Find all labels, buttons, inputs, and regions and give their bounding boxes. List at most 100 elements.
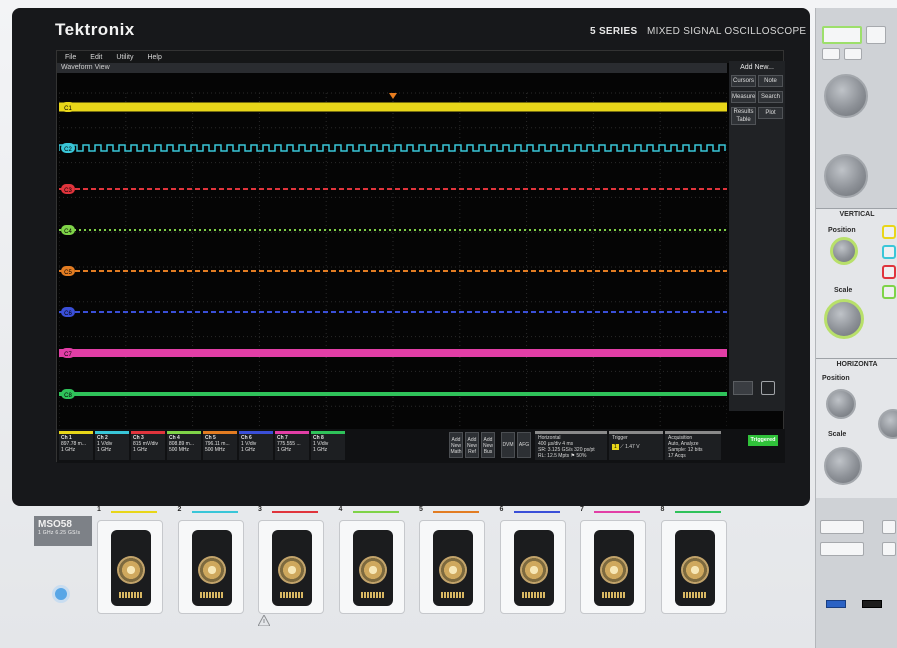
probe-socket [352, 530, 393, 606]
warning-icon [258, 615, 270, 626]
channel-4-button[interactable] [882, 285, 896, 299]
multipurpose-knob-a[interactable] [824, 74, 868, 118]
probe-socket [513, 530, 554, 606]
power-button[interactable] [52, 585, 70, 603]
vertical-scale-label: Scale [834, 287, 853, 294]
probe-socket [674, 530, 715, 606]
waveform-ch1: C1 [59, 102, 727, 112]
probe-input-7[interactable] [580, 520, 646, 614]
triggered-status-badge: Triggered [748, 435, 778, 446]
probe-pins [119, 592, 143, 598]
probe-pins [199, 592, 224, 598]
channel-badge-1[interactable]: Ch 1 897.78 m... 1 GHz [59, 431, 93, 460]
cursors-panel-button[interactable] [822, 48, 840, 60]
user-button[interactable] [820, 542, 864, 556]
trigger-title: Trigger [612, 435, 628, 441]
channel-bw: 500 MHz [205, 447, 226, 453]
measure-button[interactable]: Measure [731, 91, 756, 103]
bnc-connector-icon [197, 556, 226, 584]
waveform-view-title: Waveform View [57, 63, 727, 73]
usb-port-3[interactable] [826, 600, 846, 608]
save-button[interactable] [882, 542, 896, 556]
waveform-ch2: C2 [59, 143, 726, 153]
probe-number: 1 [97, 506, 101, 513]
bnc-connector-icon [358, 556, 387, 584]
trigger-badge[interactable]: Trigger 1 ⟋ 1.47 V [609, 431, 663, 460]
waveform-graticule[interactable]: C1C2C3C4C5C6C7C8 -1.60 ms-1.20 ms-800 µs… [59, 73, 727, 469]
probe-socket [594, 530, 634, 606]
channel-badge-2[interactable]: Ch 21 V/div 1 GHz [95, 431, 129, 460]
vertical-position-knob[interactable] [830, 237, 858, 265]
vertical-heading: VERTICAL [839, 211, 875, 218]
channel-badge-7[interactable]: Ch 7 775.555 ... 1 GHz [275, 431, 309, 460]
horizontal-section: HORIZONTA Position Scale [816, 358, 897, 498]
trigger-source-icon: 1 [612, 444, 619, 450]
add-math-button[interactable]: Add New Math [449, 432, 463, 458]
probe-input-4[interactable] [338, 520, 405, 614]
model-badge: MSO58 1 GHz 6.25 GS/s [34, 516, 92, 546]
probe-input-5[interactable] [419, 520, 485, 614]
waveform-ch6: C6 [59, 307, 727, 317]
channel-badge-8[interactable]: Ch 81 V/div 1 GHz [311, 431, 345, 460]
vertical-section: VERTICAL Position Scale [816, 208, 897, 358]
channel-badge-4[interactable]: Ch 4 808.89 m... 500 MHz [167, 431, 201, 460]
trash-icon[interactable] [761, 381, 775, 395]
channel-marker-label: C1 [64, 106, 72, 112]
menu-edit[interactable]: Edit [90, 54, 102, 61]
channel-marker-label: C4 [64, 229, 72, 235]
channel-badge-6[interactable]: Ch 61 V/div 1 GHz [239, 431, 273, 460]
afg-button[interactable]: AFG [517, 432, 531, 458]
channel-3-button[interactable] [882, 265, 896, 279]
single-button[interactable] [866, 26, 886, 44]
bnc-connector-icon [680, 556, 709, 584]
zoom-knob[interactable] [878, 409, 897, 439]
menu-help[interactable]: Help [147, 54, 161, 61]
channel-badge-3[interactable]: Ch 3 815 mV/div 1 GHz [131, 431, 165, 460]
probe-pins [602, 592, 626, 598]
probe-input-8[interactable] [660, 520, 727, 614]
waveform-ch7: C7 [59, 348, 727, 358]
probe-input-6[interactable] [499, 520, 566, 614]
channel-2-button[interactable] [882, 245, 896, 259]
probe-pins [441, 592, 465, 598]
probe-socket [111, 530, 151, 606]
probe-input-3[interactable] [258, 520, 324, 614]
default-setup-button[interactable] [882, 520, 896, 534]
horizontal-position-knob[interactable] [826, 389, 856, 419]
probe-input-1[interactable] [97, 520, 163, 614]
add-bus-button[interactable]: Add New Bus [481, 432, 495, 458]
plot-button[interactable]: Plot [758, 107, 783, 119]
channel-marker-label: C2 [64, 147, 72, 153]
results-table-button[interactable]: Results Table [731, 107, 756, 125]
run-stop-button[interactable] [822, 26, 862, 44]
probe-socket [272, 530, 312, 606]
bnc-connector-icon [278, 556, 306, 584]
horizontal-line-3: RL: 12.5 Mpts ⚑ 50% [538, 453, 587, 459]
probe-color-bar [272, 511, 318, 513]
search-button[interactable]: Search [758, 91, 783, 103]
probe-number: 6 [499, 506, 504, 513]
bnc-connector-icon [600, 556, 628, 584]
menu-file[interactable]: File [65, 54, 76, 61]
horizontal-scale-knob[interactable] [824, 447, 862, 485]
fine-button[interactable] [844, 48, 862, 60]
oscilloscope-front-panel: Tektronix 5 SERIES MIXED SIGNAL OSCILLOS… [0, 0, 897, 648]
cursors-button[interactable]: Cursors [731, 75, 756, 87]
probe-input-2[interactable] [177, 520, 244, 614]
menu-utility[interactable]: Utility [116, 54, 133, 61]
note-button[interactable]: Note [758, 75, 783, 87]
zoom-icon[interactable] [733, 381, 753, 395]
usb-port-2[interactable] [862, 600, 882, 608]
touch-off-button[interactable] [820, 520, 864, 534]
horizontal-badge[interactable]: Horizontal 400 µs/div 4 ms SR: 3.125 GS/… [535, 431, 607, 460]
channel-badge-5[interactable]: Ch 5 796.11 m... 500 MHz [203, 431, 237, 460]
multipurpose-knob-b[interactable] [824, 154, 868, 198]
channel-1-button[interactable] [882, 225, 896, 239]
vertical-scale-knob[interactable] [824, 299, 864, 339]
model-name: MSO58 [38, 519, 72, 530]
dvm-button[interactable]: DVM [501, 432, 515, 458]
channel-bw: 1 GHz [61, 447, 76, 453]
add-ref-button[interactable]: Add New Ref [465, 432, 479, 458]
acquisition-badge[interactable]: Acquisition Auto, Analyze Sample: 12 bit… [665, 431, 721, 460]
channel-bw: 1 GHz [313, 447, 328, 453]
